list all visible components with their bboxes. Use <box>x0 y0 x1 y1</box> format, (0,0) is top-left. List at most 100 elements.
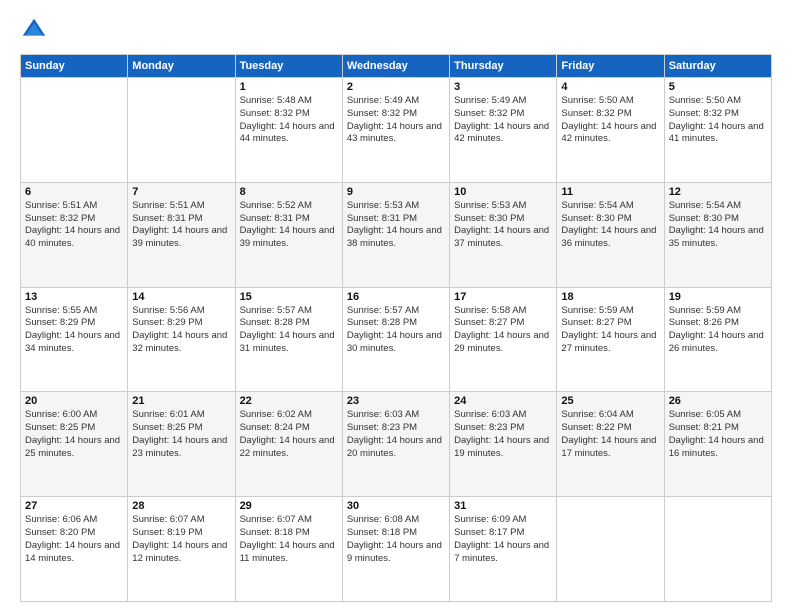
week-row-1: 6 Sunrise: 5:51 AMSunset: 8:32 PMDaylight… <box>21 182 772 287</box>
day-number: 18 <box>561 291 659 303</box>
calendar-cell: 14 Sunrise: 5:56 AMSunset: 8:29 PMDayligh… <box>128 287 235 392</box>
day-number: 13 <box>25 291 123 303</box>
calendar-cell: 10 Sunrise: 5:53 AMSunset: 8:30 PMDayligh… <box>450 182 557 287</box>
day-number: 24 <box>454 395 552 407</box>
day-info: Sunrise: 5:55 AMSunset: 8:29 PMDaylight:… <box>25 305 123 356</box>
day-info: Sunrise: 6:06 AMSunset: 8:20 PMDaylight:… <box>25 514 123 565</box>
calendar-cell: 7Sunrise: 5:51 AMSunset: 8:31 PMDaylight… <box>128 182 235 287</box>
day-info: Sunrise: 6:08 AMSunset: 8:18 PMDaylight:… <box>347 514 445 565</box>
day-info: Sunrise: 6:07 AMSunset: 8:18 PMDaylight:… <box>240 514 338 565</box>
calendar-cell: 24 Sunrise: 6:03 AMSunset: 8:23 PMDayligh… <box>450 392 557 497</box>
day-number: 5 <box>669 81 767 93</box>
week-row-2: 13 Sunrise: 5:55 AMSunset: 8:29 PMDayligh… <box>21 287 772 392</box>
calendar-cell: 1 Sunrise: 5:48 AMSunset: 8:32 PMDaylight… <box>235 78 342 183</box>
calendar-cell: 17 Sunrise: 5:58 AMSunset: 8:27 PMDayligh… <box>450 287 557 392</box>
calendar-header-row: SundayMondayTuesdayWednesdayThursdayFrid… <box>21 55 772 78</box>
page-header <box>20 16 772 44</box>
day-number: 4 <box>561 81 659 93</box>
logo-icon <box>20 16 48 44</box>
day-number: 25 <box>561 395 659 407</box>
day-number: 1 <box>240 81 338 93</box>
calendar-cell: 23 Sunrise: 6:03 AMSunset: 8:23 PMDayligh… <box>342 392 449 497</box>
calendar-cell: 5 Sunrise: 5:50 AMSunset: 8:32 PMDaylight… <box>664 78 771 183</box>
calendar-cell: 6 Sunrise: 5:51 AMSunset: 8:32 PMDaylight… <box>21 182 128 287</box>
day-info: Sunrise: 6:00 AMSunset: 8:25 PMDaylight:… <box>25 409 123 460</box>
day-number: 12 <box>669 186 767 198</box>
calendar-cell: 25 Sunrise: 6:04 AMSunset: 8:22 PMDayligh… <box>557 392 664 497</box>
day-info: Sunrise: 5:49 AMSunset: 8:32 PMDaylight:… <box>347 95 445 146</box>
week-row-4: 27 Sunrise: 6:06 AMSunset: 8:20 PMDayligh… <box>21 497 772 602</box>
calendar-cell: 8 Sunrise: 5:52 AMSunset: 8:31 PMDaylight… <box>235 182 342 287</box>
day-info: Sunrise: 5:52 AMSunset: 8:31 PMDaylight:… <box>240 200 338 251</box>
calendar-cell <box>557 497 664 602</box>
day-info: Sunrise: 5:56 AMSunset: 8:29 PMDaylight:… <box>132 305 230 356</box>
day-number: 23 <box>347 395 445 407</box>
day-info: Sunrise: 5:50 AMSunset: 8:32 PMDaylight:… <box>561 95 659 146</box>
calendar-cell: 15 Sunrise: 5:57 AMSunset: 8:28 PMDayligh… <box>235 287 342 392</box>
day-number: 2 <box>347 81 445 93</box>
calendar-cell: 28Sunrise: 6:07 AMSunset: 8:19 PMDayligh… <box>128 497 235 602</box>
calendar-cell: 20 Sunrise: 6:00 AMSunset: 8:25 PMDayligh… <box>21 392 128 497</box>
calendar-cell: 11Sunrise: 5:54 AMSunset: 8:30 PMDayligh… <box>557 182 664 287</box>
day-number: 20 <box>25 395 123 407</box>
calendar-cell: 27 Sunrise: 6:06 AMSunset: 8:20 PMDayligh… <box>21 497 128 602</box>
day-number: 9 <box>347 186 445 198</box>
header-tuesday: Tuesday <box>235 55 342 78</box>
day-info: Sunrise: 5:51 AMSunset: 8:32 PMDaylight:… <box>25 200 123 251</box>
day-number: 29 <box>240 500 338 512</box>
day-info: Sunrise: 5:59 AMSunset: 8:26 PMDaylight:… <box>669 305 767 356</box>
day-info: Sunrise: 5:59 AMSunset: 8:27 PMDaylight:… <box>561 305 659 356</box>
day-info: Sunrise: 6:05 AMSunset: 8:21 PMDaylight:… <box>669 409 767 460</box>
day-info: Sunrise: 6:04 AMSunset: 8:22 PMDaylight:… <box>561 409 659 460</box>
day-number: 7 <box>132 186 230 198</box>
day-info: Sunrise: 5:50 AMSunset: 8:32 PMDaylight:… <box>669 95 767 146</box>
day-info: Sunrise: 5:53 AMSunset: 8:30 PMDaylight:… <box>454 200 552 251</box>
week-row-3: 20 Sunrise: 6:00 AMSunset: 8:25 PMDayligh… <box>21 392 772 497</box>
day-info: Sunrise: 6:03 AMSunset: 8:23 PMDaylight:… <box>347 409 445 460</box>
day-info: Sunrise: 6:02 AMSunset: 8:24 PMDaylight:… <box>240 409 338 460</box>
day-info: Sunrise: 5:53 AMSunset: 8:31 PMDaylight:… <box>347 200 445 251</box>
day-info: Sunrise: 6:03 AMSunset: 8:23 PMDaylight:… <box>454 409 552 460</box>
day-info: Sunrise: 5:57 AMSunset: 8:28 PMDaylight:… <box>240 305 338 356</box>
day-info: Sunrise: 5:49 AMSunset: 8:32 PMDaylight:… <box>454 95 552 146</box>
header-wednesday: Wednesday <box>342 55 449 78</box>
day-number: 22 <box>240 395 338 407</box>
header-thursday: Thursday <box>450 55 557 78</box>
day-info: Sunrise: 6:07 AMSunset: 8:19 PMDaylight:… <box>132 514 230 565</box>
day-number: 27 <box>25 500 123 512</box>
calendar-cell: 4 Sunrise: 5:50 AMSunset: 8:32 PMDaylight… <box>557 78 664 183</box>
day-number: 16 <box>347 291 445 303</box>
day-number: 26 <box>669 395 767 407</box>
calendar-body: 1 Sunrise: 5:48 AMSunset: 8:32 PMDaylight… <box>21 78 772 602</box>
day-number: 14 <box>132 291 230 303</box>
calendar-cell: 26 Sunrise: 6:05 AMSunset: 8:21 PMDayligh… <box>664 392 771 497</box>
logo <box>20 16 52 44</box>
day-info: Sunrise: 6:09 AMSunset: 8:17 PMDaylight:… <box>454 514 552 565</box>
day-number: 10 <box>454 186 552 198</box>
calendar-cell: 19 Sunrise: 5:59 AMSunset: 8:26 PMDayligh… <box>664 287 771 392</box>
calendar-cell: 3 Sunrise: 5:49 AMSunset: 8:32 PMDaylight… <box>450 78 557 183</box>
calendar-cell: 21 Sunrise: 6:01 AMSunset: 8:25 PMDayligh… <box>128 392 235 497</box>
day-number: 21 <box>132 395 230 407</box>
header-monday: Monday <box>128 55 235 78</box>
calendar-cell: 18 Sunrise: 5:59 AMSunset: 8:27 PMDayligh… <box>557 287 664 392</box>
calendar-cell: 30Sunrise: 6:08 AMSunset: 8:18 PMDayligh… <box>342 497 449 602</box>
day-number: 3 <box>454 81 552 93</box>
calendar-cell <box>128 78 235 183</box>
calendar-cell: 9 Sunrise: 5:53 AMSunset: 8:31 PMDaylight… <box>342 182 449 287</box>
day-number: 8 <box>240 186 338 198</box>
day-info: Sunrise: 5:48 AMSunset: 8:32 PMDaylight:… <box>240 95 338 146</box>
header-saturday: Saturday <box>664 55 771 78</box>
calendar-cell: 31Sunrise: 6:09 AMSunset: 8:17 PMDayligh… <box>450 497 557 602</box>
day-number: 19 <box>669 291 767 303</box>
day-number: 15 <box>240 291 338 303</box>
day-info: Sunrise: 5:54 AMSunset: 8:30 PMDaylight:… <box>669 200 767 251</box>
day-info: Sunrise: 5:58 AMSunset: 8:27 PMDaylight:… <box>454 305 552 356</box>
calendar-cell: 2 Sunrise: 5:49 AMSunset: 8:32 PMDaylight… <box>342 78 449 183</box>
calendar-cell: 22 Sunrise: 6:02 AMSunset: 8:24 PMDayligh… <box>235 392 342 497</box>
calendar-cell <box>21 78 128 183</box>
day-number: 6 <box>25 186 123 198</box>
day-number: 17 <box>454 291 552 303</box>
header-friday: Friday <box>557 55 664 78</box>
day-info: Sunrise: 6:01 AMSunset: 8:25 PMDaylight:… <box>132 409 230 460</box>
